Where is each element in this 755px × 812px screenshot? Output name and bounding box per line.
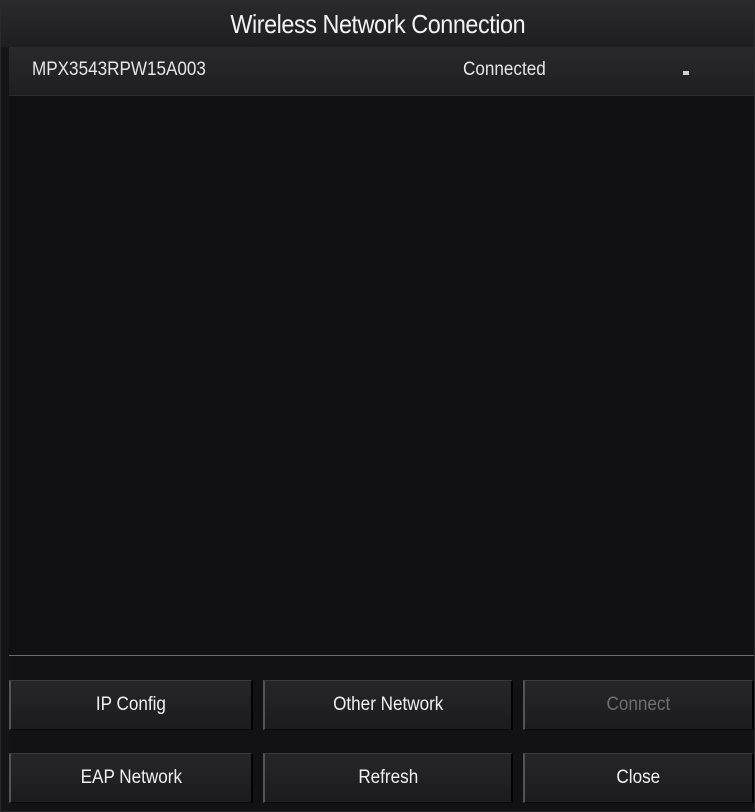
eap-network-label: EAP Network xyxy=(80,767,182,788)
ip-config-button[interactable]: IP Config xyxy=(9,680,253,730)
network-ssid: MPX3543RPW15A003 xyxy=(32,59,206,80)
eap-network-button[interactable]: EAP Network xyxy=(9,753,253,803)
ip-config-label: IP Config xyxy=(95,694,167,715)
refresh-button[interactable]: Refresh xyxy=(263,753,513,803)
other-network-button[interactable]: Other Network xyxy=(263,680,513,730)
refresh-label: Refresh xyxy=(358,767,418,788)
network-list: MPX3543RPW15A003 Connected xyxy=(9,47,754,655)
network-status: Connected xyxy=(463,59,546,80)
title-bar: Wireless Network Connection xyxy=(1,1,754,47)
close-button[interactable]: Close xyxy=(523,753,754,803)
button-area: IP Config Other Network Connect EAP Netw… xyxy=(9,656,754,811)
network-row[interactable]: MPX3543RPW15A003 Connected xyxy=(9,47,754,96)
wireless-network-dialog: Wireless Network Connection MPX3543RPW15… xyxy=(0,0,755,812)
close-label: Close xyxy=(616,767,661,788)
connect-button[interactable]: Connect xyxy=(523,680,754,730)
dialog-title: Wireless Network Connection xyxy=(230,8,525,39)
connect-label: Connect xyxy=(606,694,671,715)
other-network-label: Other Network xyxy=(332,694,444,715)
signal-indicator-icon xyxy=(683,71,689,75)
